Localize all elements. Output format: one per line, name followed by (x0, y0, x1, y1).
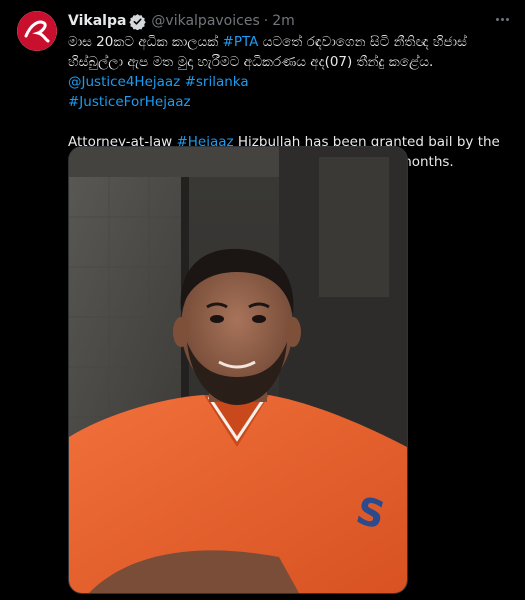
author-name[interactable]: Vikalpa (68, 13, 126, 29)
more-options-icon[interactable] (491, 10, 513, 28)
author-handle[interactable]: @vikalpavoices (151, 13, 259, 29)
hashtag-justiceforhejaaz[interactable]: #JusticeForHejaaz (68, 94, 191, 110)
verified-badge-icon (129, 13, 147, 30)
text-segment: මාස 20කට අධික කාලයක් (68, 34, 223, 50)
tweet-paragraph-sinhala: මාස 20කට අධික කාලයක් #PTA යටතේ රඳවාගෙන ස… (68, 32, 508, 112)
separator-dot: · (263, 13, 269, 29)
timestamp[interactable]: 2m (272, 13, 295, 29)
mention-justice4hejaaz[interactable]: @Justice4Hejaaz (68, 74, 180, 90)
vikalpa-logo-icon (17, 11, 57, 51)
tweet[interactable]: Vikalpa @vikalpavoices · 2m මාස 20කට අධි… (0, 0, 525, 600)
hashtag-pta[interactable]: #PTA (223, 34, 259, 50)
hashtag-srilanka[interactable]: #srilanka (180, 74, 249, 90)
tweet-photo[interactable]: S (68, 146, 408, 594)
photo-of-man-in-orange-shirt: S (69, 147, 407, 593)
avatar[interactable] (17, 11, 57, 51)
tweet-header: Vikalpa @vikalpavoices · 2m (68, 11, 485, 31)
